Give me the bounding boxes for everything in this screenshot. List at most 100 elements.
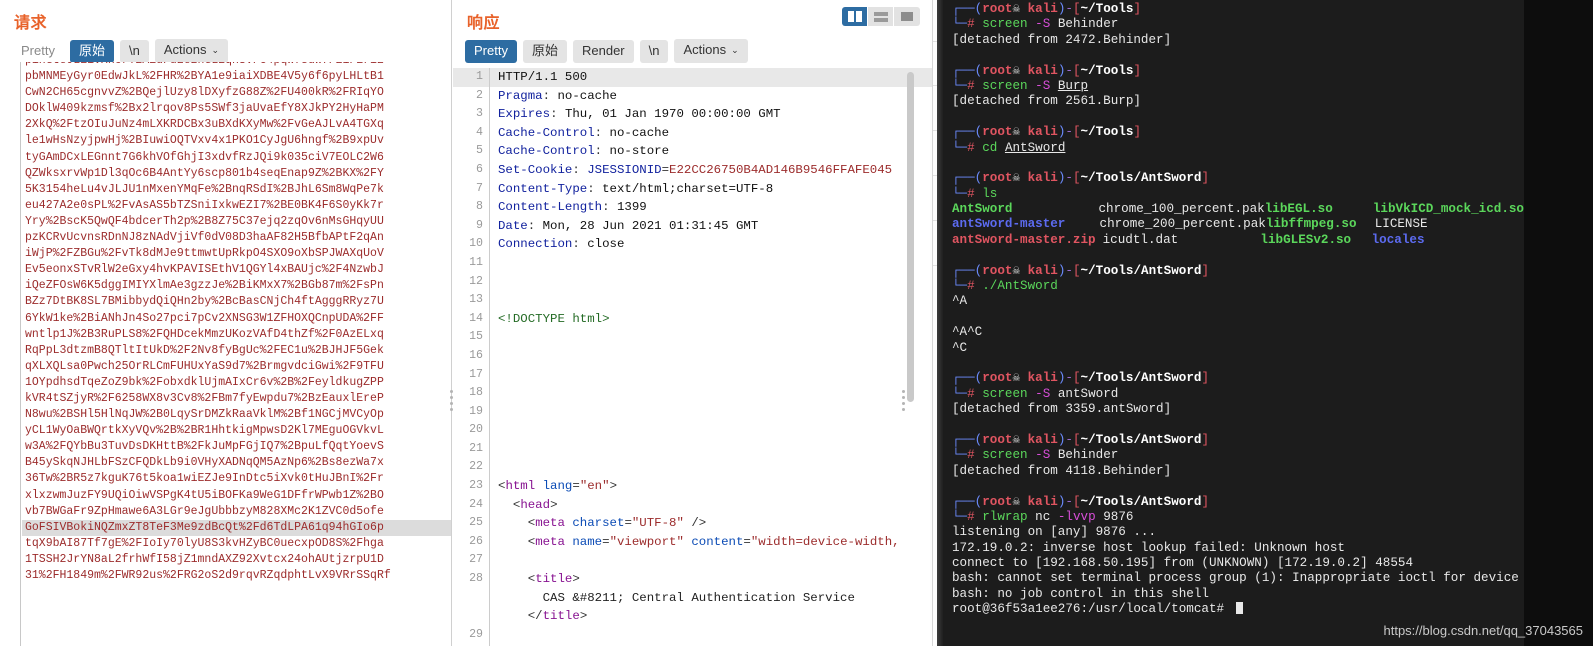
- output-text: listening on [any] 9876 ...: [952, 525, 1157, 540]
- line-number: [453, 607, 489, 626]
- code-token: Pragma: [498, 88, 543, 103]
- prompt-host: kali: [1020, 171, 1058, 186]
- ls-grid: AntSword chrome_100_percent.pak libEGL.so l…: [952, 202, 1524, 217]
- split-horizontal-icon[interactable]: [868, 7, 894, 26]
- response-tab-4[interactable]: Actions ⌄: [674, 39, 748, 63]
- response-tab-label-0: Pretty: [474, 42, 508, 58]
- ls-entry: antSword-master.zip: [952, 232, 1096, 247]
- response-tab-0[interactable]: Pretty: [465, 39, 517, 63]
- output-text: [detached from 3359.antSword]: [952, 402, 1172, 417]
- response-code-row: 24 <head>: [453, 495, 932, 515]
- line-number: 15: [469, 330, 483, 344]
- request-line: GoFSIVBokiNQZmxZT8TeF3Me9zdBcQt%2Fd6TdLP…: [22, 519, 451, 536]
- response-body-viewer[interactable]: 1 HTTP/1.1 500 2 Pragma: no-cache 3 Expires: …: [453, 68, 932, 646]
- response-panel-resize-handle[interactable]: [902, 390, 907, 416]
- prompt-hash: #: [967, 448, 975, 463]
- code-token: "width=device-width,: [750, 534, 900, 549]
- code-token: />: [683, 516, 707, 531]
- response-code-row: 15: [453, 328, 932, 347]
- code-token: Set-Cookie: [498, 162, 573, 177]
- code-token: Expires: [498, 107, 551, 122]
- code-text: [489, 253, 932, 273]
- line-number: 8: [476, 200, 483, 214]
- line-number: 16: [469, 348, 483, 362]
- code-text: [489, 365, 932, 385]
- code-token: no-cache: [557, 88, 618, 103]
- ls-entry: chrome_200_percent.pak: [1099, 217, 1266, 232]
- code-token: Thu, 01 Jan 1970 00:00:00 GMT: [564, 107, 781, 122]
- request-tab-label-3: Actions: [163, 42, 207, 57]
- code-token: </: [498, 609, 543, 624]
- code-token: CAS &#8211; Central Authentication Servi…: [498, 590, 855, 605]
- prompt-dash: -: [1065, 125, 1073, 140]
- response-code-row: CAS &#8211; Central Authentication Servi…: [453, 588, 932, 608]
- code-text: CAS &#8211; Central Authentication Servi…: [489, 588, 932, 608]
- request-line: pzKCRvUcvnsRDnNJ8zNAdVjiVf0dV08D3haAF82H…: [25, 231, 384, 245]
- ls-entry: libEGL.so: [1264, 202, 1333, 217]
- terminal-output-line: connect to [192.168.50.195] from (UNKNOW…: [952, 556, 1524, 571]
- code-text: <head>: [489, 495, 932, 515]
- response-code-row: 29: [453, 625, 932, 645]
- terminal-window[interactable]: ┌──(root☠ kali)-[~/Tools] └─# screen -S B…: [937, 0, 1593, 646]
- response-code-row: 22: [453, 458, 932, 478]
- response-code-row: 19: [453, 402, 932, 422]
- prompt-host: kali: [1020, 63, 1058, 78]
- terminal-output-line: listening on [any] 9876 ...: [952, 525, 1524, 540]
- prompt-host: kali: [1020, 371, 1058, 386]
- request-tab-1[interactable]: 原始: [69, 39, 114, 63]
- code-token: lang: [542, 479, 573, 494]
- request-tab-2[interactable]: \n: [119, 39, 149, 63]
- command-arg: 9876: [1095, 509, 1134, 524]
- request-tab-label-0: Pretty: [21, 42, 55, 58]
- code-text: [489, 458, 932, 478]
- code-token: no-cache: [609, 125, 670, 140]
- prompt-path: ~/Tools/AntSword: [1080, 494, 1202, 509]
- prompt-dash: -: [1065, 371, 1073, 386]
- request-tab-3[interactable]: Actions ⌄: [154, 39, 229, 63]
- prompt-bracket: ]: [1133, 63, 1142, 78]
- response-tab-3[interactable]: \n: [639, 39, 669, 63]
- request-line: 1TSSH2JrYN8aL2frhWfI58jZ1mndAXZ92Xvtcx24…: [25, 552, 384, 566]
- output-text: 172.19.0.2: inverse host lookup failed: …: [952, 540, 1345, 555]
- prompt-host: kali: [1020, 494, 1058, 509]
- terminal-command-line: └─# screen -S Behinder: [952, 17, 1524, 32]
- prompt-host: kali: [1020, 263, 1058, 278]
- split-vertical-icon[interactable]: [842, 7, 868, 26]
- output-text: connect to [192.168.50.195] from (UNKNOW…: [952, 556, 1414, 571]
- prompt-hash: #: [967, 509, 975, 524]
- response-code-row: 27: [453, 551, 932, 571]
- chevron-down-icon: ⌄: [731, 45, 739, 55]
- code-token: name: [572, 534, 603, 549]
- ls-entry: LICENSE: [1374, 217, 1428, 232]
- watermark-text: https://blog.csdn.net/qq_37043565: [1383, 623, 1584, 638]
- prompt-bracket: ┌──(: [952, 432, 983, 447]
- request-line: 5K3154heLu4vJLJU1nMxenYMqFe%2BnqRSdI%2BJ…: [25, 182, 384, 196]
- single-pane-icon[interactable]: [894, 7, 920, 26]
- command-name: cd: [982, 140, 998, 155]
- output-text: [detached from 2472.Behinder]: [952, 32, 1172, 47]
- line-number: 1: [476, 70, 483, 83]
- code-token: >: [579, 609, 588, 624]
- request-body-viewer[interactable]: p1nGteJLE1vXncrY2AEuFu2ezhGL2qnSvFC4pqW7…: [0, 62, 451, 646]
- code-token: no-store: [609, 144, 670, 159]
- response-tab-1[interactable]: 原始: [522, 39, 567, 63]
- prompt-corner: └─: [952, 78, 968, 93]
- prompt-path: ~/Tools: [1080, 125, 1134, 140]
- response-scrollbar[interactable]: [907, 72, 914, 402]
- prompt-user: root: [982, 432, 1013, 447]
- request-tab-0[interactable]: Pretty: [12, 40, 64, 63]
- terminal-prompt-line: ┌──(root☠ kali)-[~/Tools]: [952, 125, 1524, 140]
- skull-icon: ☠: [1012, 263, 1021, 278]
- code-token: JSESSIONID: [587, 162, 662, 177]
- code-token: 1399: [616, 200, 647, 215]
- code-text: Expires: Thu, 01 Jan 1970 00:00:00 GMT: [489, 105, 932, 124]
- prompt-hash: #: [967, 140, 975, 155]
- ls-entry: libVkICD_mock_icd.so: [1372, 202, 1524, 217]
- response-tab-2[interactable]: Render: [572, 39, 634, 63]
- line-number: 24: [469, 497, 483, 511]
- code-token: :: [527, 218, 543, 233]
